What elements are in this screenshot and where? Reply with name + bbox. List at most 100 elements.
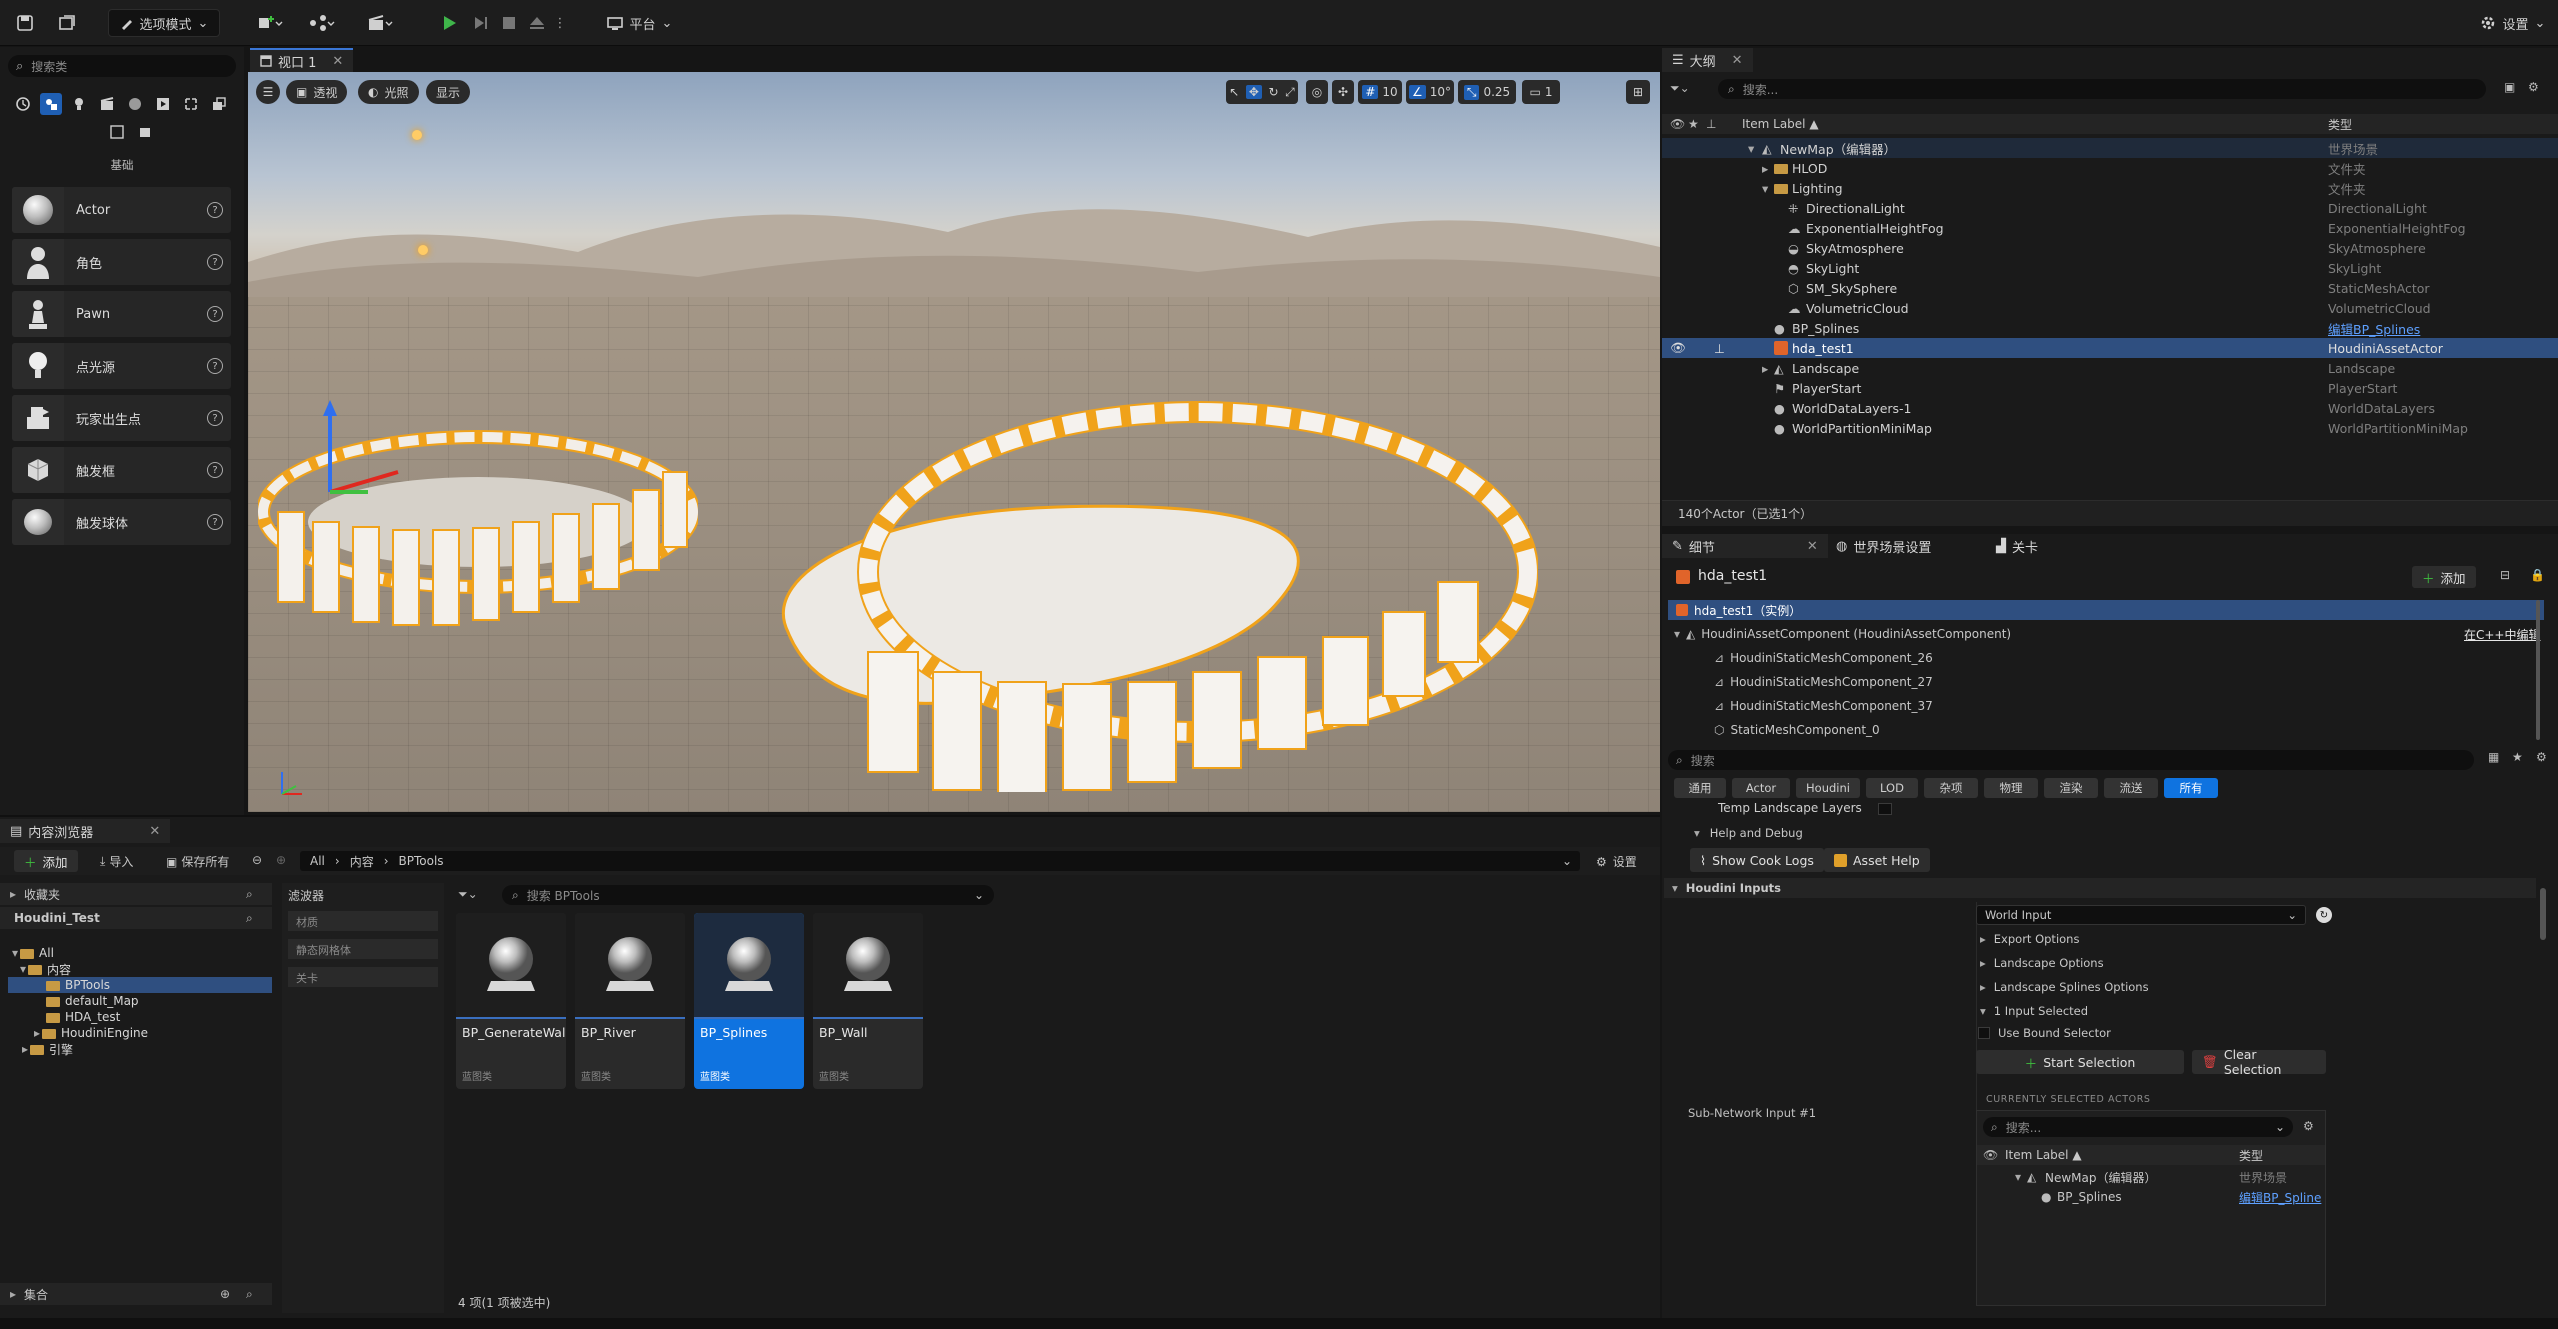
tree-item[interactable]: ▸ 引擎 — [22, 1041, 73, 1057]
shapes-category-icon[interactable] — [106, 121, 128, 143]
platform-menu[interactable]: 平台 ⌄ — [602, 9, 676, 37]
camera-speed-button[interactable]: ▭ 1 — [1522, 80, 1560, 104]
layout-icon[interactable]: ⊞ — [1626, 80, 1650, 104]
filter-tab-houdini[interactable]: Houdini — [1796, 778, 1860, 798]
tree-item-selected[interactable]: BPTools — [8, 977, 272, 993]
back-icon[interactable]: ⊖ — [252, 853, 262, 867]
chevron-right-icon[interactable]: ▸ — [1762, 161, 1768, 176]
landscape-options-row[interactable]: ▸ Landscape Options — [1980, 956, 2104, 970]
search-icon[interactable]: ⌕ — [246, 911, 253, 926]
add-collection-icon[interactable]: ⊕ — [220, 1287, 230, 1301]
outliner-row[interactable]: ◓ SkyLight SkyLight — [1662, 258, 2558, 278]
filter-item[interactable]: 静态网格体 — [288, 939, 438, 959]
filter-item[interactable]: 关卡 — [288, 967, 438, 987]
tree-item[interactable]: default_Map — [46, 993, 139, 1009]
search-icon[interactable]: ⌕ — [246, 1287, 253, 1302]
filter-tab-all[interactable]: 所有 — [2164, 778, 2218, 798]
temp-landscape-layers-checkbox[interactable] — [1878, 803, 1892, 815]
lighting-button[interactable]: ◐ 光照 — [358, 80, 419, 104]
chevron-down-icon[interactable]: ▾ — [2015, 1170, 2021, 1184]
tab-viewport-1[interactable]: 视口 1 ✕ — [250, 48, 354, 72]
favorite-icon[interactable]: ★ — [2512, 750, 2523, 764]
sel-col-type[interactable]: 类型 — [2239, 1147, 2263, 1164]
level-viewport[interactable]: ☰ ▣ 透视 ◐ 光照 显示 ↖ ✥ ↻ ⤢ ◎ ✣ # 10 ∠ 10° ⤡ … — [248, 72, 1660, 812]
move-tool-icon[interactable]: ✥ — [1245, 85, 1262, 99]
help-icon[interactable]: ? — [207, 462, 223, 478]
outliner-row[interactable]: ▸ HLOD 文件夹 — [1662, 158, 2558, 178]
cb-save-all-button[interactable]: ▣ 保存所有 — [166, 853, 229, 870]
selected-actors-search[interactable]: ⌕ 搜索... ⌄ — [1983, 1117, 2293, 1137]
cinematics-icon[interactable] — [358, 9, 402, 37]
component-scrollbar[interactable] — [2536, 600, 2540, 740]
help-debug-section[interactable]: ▾ Help and Debug — [1694, 824, 1803, 842]
filter-icon[interactable]: ⏷⌄ — [458, 887, 478, 902]
basic-category-icon[interactable] — [40, 93, 62, 115]
place-item-trigger-sphere[interactable]: 触发球体 ? — [12, 499, 231, 545]
show-cook-logs-button[interactable]: ⌇ Show Cook Logs — [1690, 848, 1824, 872]
chevron-down-icon[interactable]: ▾ — [1762, 181, 1768, 196]
place-item-character[interactable]: 角色 ? — [12, 239, 231, 285]
scale-tool-icon[interactable]: ⤢ — [1285, 85, 1295, 100]
outliner-row[interactable]: ☁ ExponentialHeightFog ExponentialHeight… — [1662, 218, 2558, 238]
grid-view-icon[interactable]: ▦ — [2488, 750, 2499, 764]
search-icon[interactable]: ⌕ — [246, 887, 253, 902]
tab-details[interactable]: ✎ 细节 ✕ — [1662, 534, 1828, 558]
gear-icon[interactable]: ⚙ — [2303, 1119, 2314, 1133]
favorites-section[interactable]: ▸ 收藏夹 ⌕ — [0, 883, 272, 905]
tab-outliner[interactable]: ☰ 大纲 ✕ — [1662, 48, 1753, 72]
more-options-icon[interactable]: ⋮ — [552, 9, 568, 37]
scale-snap-toggle[interactable]: ⤡ 0.25 — [1458, 80, 1516, 104]
forward-icon[interactable]: ⊕ — [276, 853, 286, 867]
outliner-row[interactable]: ● WorldDataLayers-1 WorldDataLayers — [1662, 398, 2558, 418]
content-icon[interactable] — [54, 9, 80, 37]
selected-actor-row[interactable]: ● BP_Splines 编辑BP_Spline — [1977, 1187, 2325, 1207]
geometry-category-icon[interactable] — [152, 93, 174, 115]
help-icon[interactable]: ? — [207, 202, 223, 218]
asset-search-input[interactable]: ⌕ 搜索 BPTools ⌄ — [502, 885, 994, 905]
recent-icon[interactable] — [12, 93, 34, 115]
input-type-select[interactable]: World Input ⌄ — [1976, 905, 2306, 925]
place-item-actor[interactable]: Actor ? — [12, 187, 231, 233]
settings-menu[interactable]: 设置 ⌄ — [2472, 9, 2552, 37]
tree-item[interactable]: ▾ 内容 — [20, 961, 71, 977]
help-icon[interactable]: ? — [207, 514, 223, 530]
project-section[interactable]: Houdini_Test ⌕ — [0, 907, 272, 929]
reset-icon[interactable]: ↻ — [2316, 907, 2332, 923]
outliner-row[interactable]: ● WorldPartitionMiniMap WorldPartitionMi… — [1662, 418, 2558, 438]
blueprint-icon[interactable]: ⊟ — [2500, 568, 2510, 582]
outliner-row[interactable]: ◒ SkyAtmosphere SkyAtmosphere — [1662, 238, 2558, 258]
add-actor-icon[interactable] — [250, 9, 290, 37]
asset-tile[interactable]: BP_River 蓝图类 — [575, 913, 685, 1089]
outliner-row[interactable]: ⁜ DirectionalLight DirectionalLight — [1662, 198, 2558, 218]
input-selected-row[interactable]: ▾ 1 Input Selected — [1980, 1004, 2088, 1018]
rotation-snap-toggle[interactable]: ∠ 10° — [1406, 80, 1454, 104]
use-bound-selector-checkbox[interactable] — [1978, 1027, 1990, 1039]
details-scrollbar[interactable] — [2540, 888, 2546, 940]
outliner-row[interactable]: ▸ ◭ Landscape Landscape — [1662, 358, 2558, 378]
help-icon[interactable]: ? — [207, 306, 223, 322]
selected-actor-row[interactable]: ▾ ◭ NewMap（编辑器） 世界场景 — [1977, 1167, 2325, 1187]
filter-item[interactable]: 材质 — [288, 911, 438, 931]
landscape-splines-options-row[interactable]: ▸ Landscape Splines Options — [1980, 980, 2149, 994]
filter-tab-general[interactable]: 通用 — [1674, 778, 1726, 798]
misc-category-icon[interactable] — [134, 121, 156, 143]
world-local-icon[interactable]: ◎ — [1306, 80, 1328, 104]
start-selection-button[interactable]: ＋ Start Selection — [1976, 1050, 2184, 1074]
outliner-row-selected[interactable]: 👁 ⊥ hda_test1 HoudiniAssetActor — [1662, 338, 2558, 358]
component-row[interactable]: ⊿ HoudiniStaticMeshComponent_37 — [1714, 696, 1933, 716]
surface-snap-icon[interactable]: ✣ — [1332, 80, 1354, 104]
lights-category-icon[interactable] — [68, 93, 90, 115]
filter-tab-physics[interactable]: 物理 — [1984, 778, 2038, 798]
tree-item[interactable]: HDA_test — [46, 1009, 120, 1025]
asset-tile-selected[interactable]: BP_Splines 蓝图类 — [694, 913, 804, 1089]
perspective-button[interactable]: ▣ 透视 — [286, 80, 348, 104]
edit-blueprint-link[interactable]: 编辑BP_Spline — [2239, 1189, 2323, 1206]
close-icon[interactable]: ✕ — [332, 54, 343, 69]
edit-in-cpp-link[interactable]: 在C++中编辑 — [2464, 626, 2541, 643]
tree-item[interactable]: ▸ HoudiniEngine — [34, 1025, 148, 1041]
gear-icon[interactable]: ⚙ — [2528, 80, 2539, 94]
gear-icon[interactable]: ⚙ — [2536, 750, 2547, 764]
outliner-row[interactable]: ☁ VolumetricCloud VolumetricCloud — [1662, 298, 2558, 318]
lock-icon[interactable]: 🔒 — [2530, 568, 2545, 582]
rotate-tool-icon[interactable]: ↻ — [1268, 85, 1278, 99]
